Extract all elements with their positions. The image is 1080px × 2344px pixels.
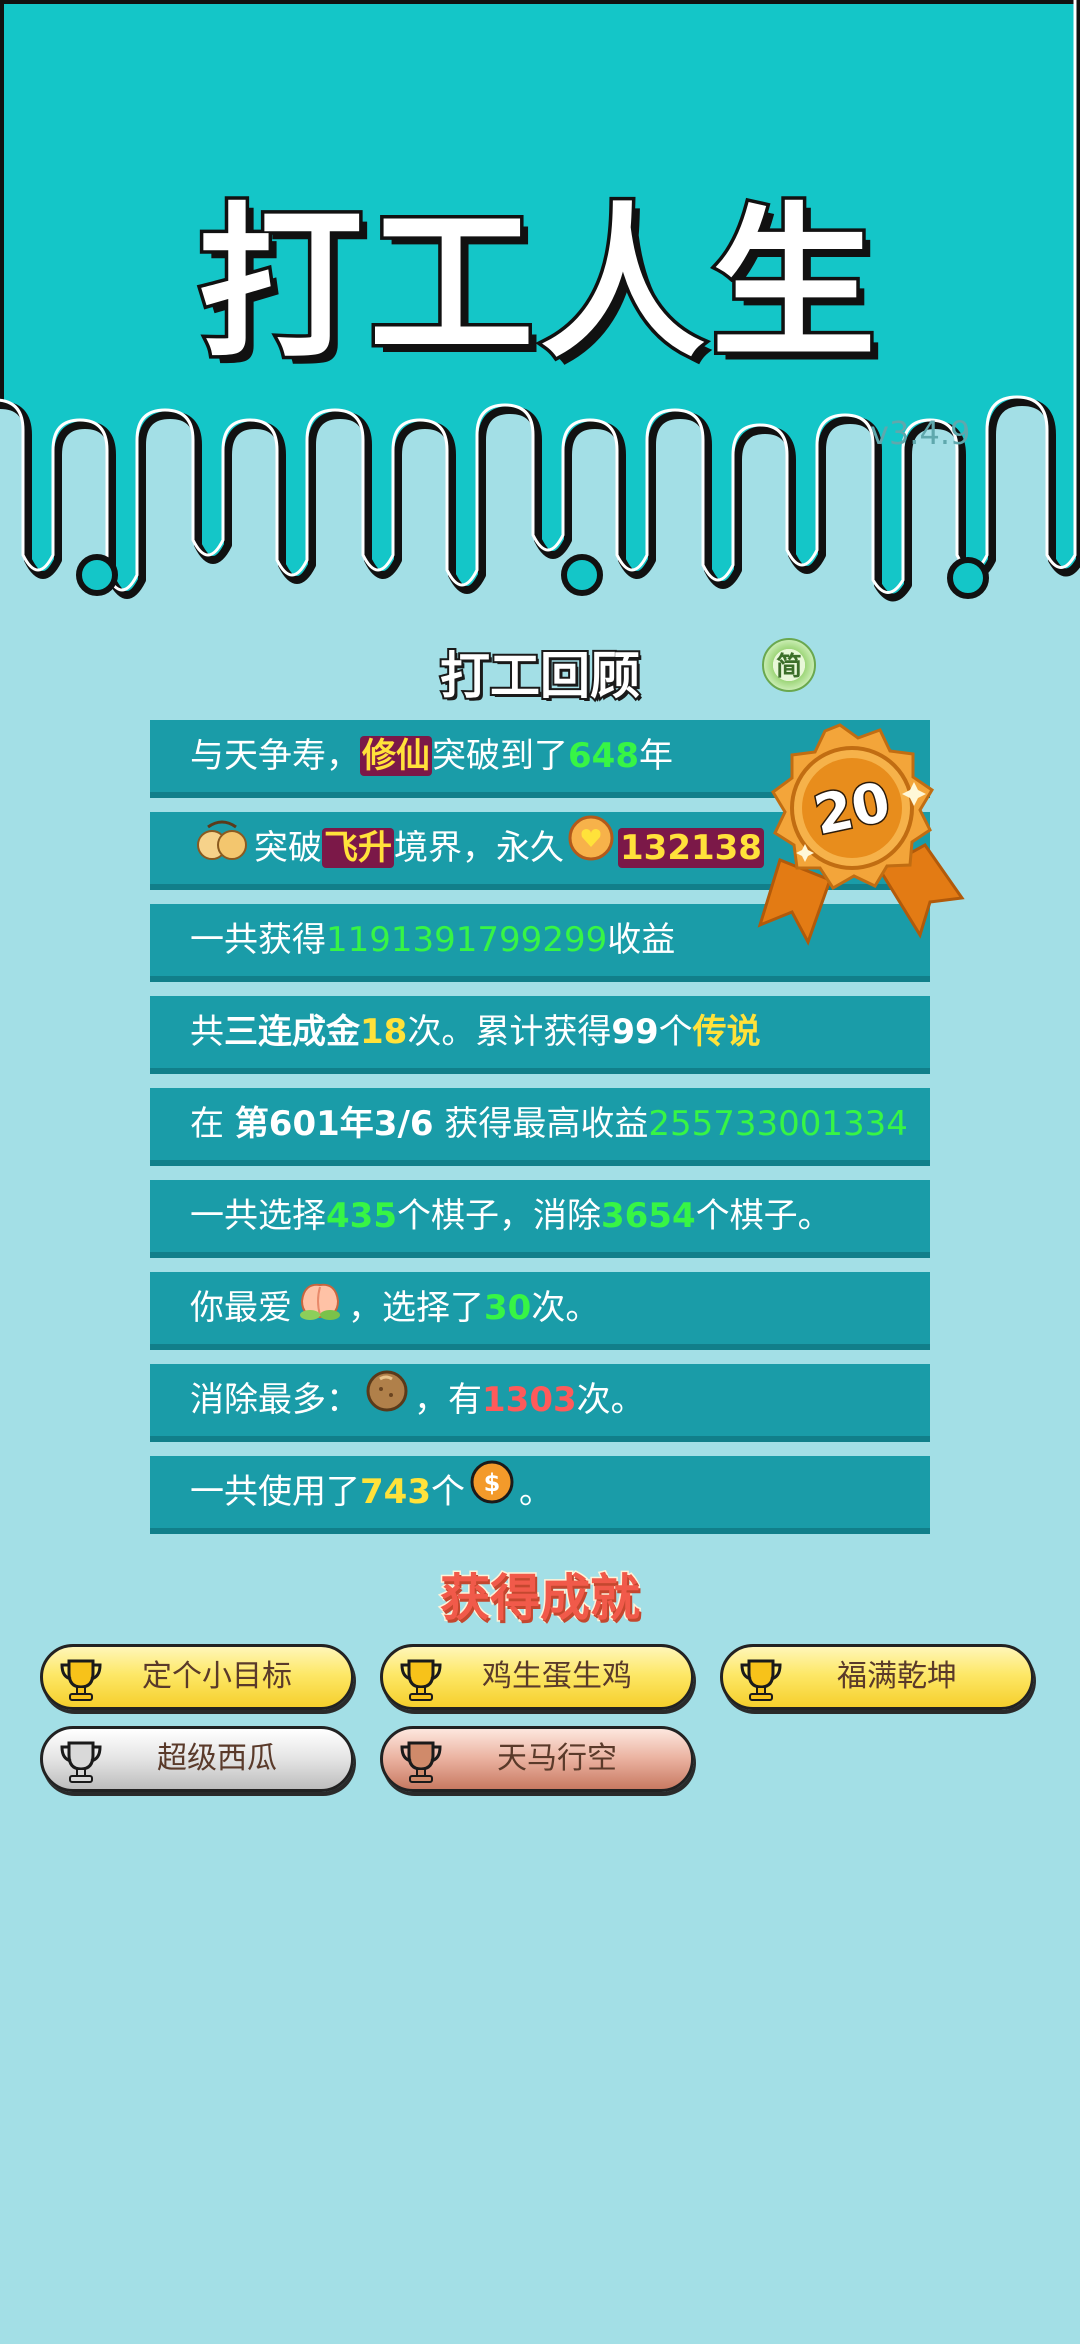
peach-icon <box>296 1274 344 1346</box>
app-title: 打工人生 <box>195 185 882 384</box>
version-label: v3.4.9 <box>870 414 971 452</box>
stat-row-most-removed: 消除最多： ，有1303次。 <box>150 1364 930 1442</box>
stat-row-favorite: 你最爱 ，选择了30次。 <box>150 1272 930 1350</box>
achievement-label: 定个小目标 <box>142 1659 292 1694</box>
stat-row-best-income: 在 第601年3/6 获得最高收益255733001334 <box>150 1088 930 1166</box>
svg-text:$: $ <box>484 1469 501 1497</box>
achievement-label: 鸡生蛋生鸡 <box>482 1659 632 1694</box>
level-badge-icon: 20 <box>757 723 965 946</box>
achievement-item[interactable]: 天马行空 <box>380 1726 694 1792</box>
stat-row-coins-used: 一共使用了743个 $ 。 <box>150 1456 930 1534</box>
fruit-pair-icon <box>194 814 250 886</box>
trophy-icon <box>400 1659 442 1701</box>
achievement-item[interactable]: 福满乾坤 <box>720 1644 1034 1710</box>
achievements-title: 获得成就 <box>439 1568 642 1629</box>
trophy-icon <box>740 1659 782 1701</box>
trophy-icon <box>60 1741 102 1783</box>
achievement-item[interactable]: 超级西瓜 <box>40 1726 354 1792</box>
nut-icon <box>364 1366 410 1438</box>
trophy-icon <box>400 1741 442 1783</box>
trophy-icon <box>60 1659 102 1701</box>
achievement-item[interactable]: 定个小目标 <box>40 1644 354 1710</box>
review-title: 打工回顾 <box>438 645 642 707</box>
stat-row-triple-gold: 共三连成金18次。累计获得99个传说 <box>150 996 930 1074</box>
stat-row-pieces: 一共选择435个棋子，消除3654个棋子。 <box>150 1180 930 1258</box>
language-toggle-button[interactable]: 简 <box>762 638 816 692</box>
achievement-item[interactable]: 鸡生蛋生鸡 <box>380 1644 694 1710</box>
heart-coin-icon <box>568 814 614 886</box>
achievement-label: 天马行空 <box>497 1741 617 1776</box>
achievement-label: 超级西瓜 <box>157 1741 277 1776</box>
coin-icon: $ <box>469 1458 515 1530</box>
achievement-label: 福满乾坤 <box>837 1659 957 1694</box>
